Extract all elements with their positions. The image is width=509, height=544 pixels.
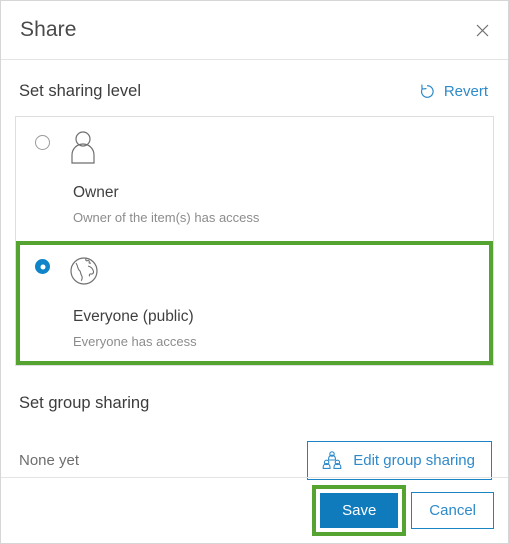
section-title-group-sharing: Set group sharing: [19, 394, 150, 412]
save-button-highlight: Save: [312, 485, 407, 536]
sharing-level-options: Owner Owner of the item(s) has access Ev…: [15, 116, 494, 366]
edit-group-sharing-label: Edit group sharing: [353, 452, 475, 469]
sharing-level-header: Set sharing level Revert: [15, 66, 494, 116]
group-people-icon: [322, 451, 342, 470]
dialog-title: Share: [20, 18, 77, 41]
group-sharing-row: None yet Edit group sharing: [15, 441, 494, 480]
option-owner-label: Owner: [73, 184, 119, 201]
save-button[interactable]: Save: [320, 493, 399, 528]
close-icon[interactable]: [469, 17, 495, 43]
person-icon: [68, 130, 98, 164]
revert-label: Revert: [443, 82, 488, 100]
option-owner-top: [35, 131, 493, 173]
option-everyone-label: Everyone (public): [73, 308, 194, 325]
revert-button[interactable]: Revert: [419, 83, 490, 100]
revert-arrow-icon: [419, 83, 436, 100]
section-title-sharing-level: Set sharing level: [19, 81, 141, 100]
radio-everyone[interactable]: [35, 259, 50, 274]
dialog-header: Share: [1, 1, 508, 60]
edit-group-sharing-button[interactable]: Edit group sharing: [307, 441, 492, 480]
share-dialog: Share Set sharing level Revert Owner Own…: [0, 0, 509, 544]
dialog-footer: Save Cancel: [1, 477, 508, 543]
dialog-body: Set sharing level Revert Owner Owner of …: [1, 66, 508, 480]
cancel-button[interactable]: Cancel: [411, 492, 494, 529]
option-owner[interactable]: Owner Owner of the item(s) has access: [16, 117, 493, 241]
radio-owner[interactable]: [35, 135, 50, 150]
option-everyone[interactable]: Everyone (public) Everyone has access: [16, 241, 493, 365]
option-everyone-description: Everyone has access: [73, 334, 197, 349]
option-everyone-top: [35, 255, 493, 297]
group-sharing-status: None yet: [19, 452, 80, 469]
option-owner-description: Owner of the item(s) has access: [73, 210, 260, 225]
globe-icon: [68, 254, 100, 288]
